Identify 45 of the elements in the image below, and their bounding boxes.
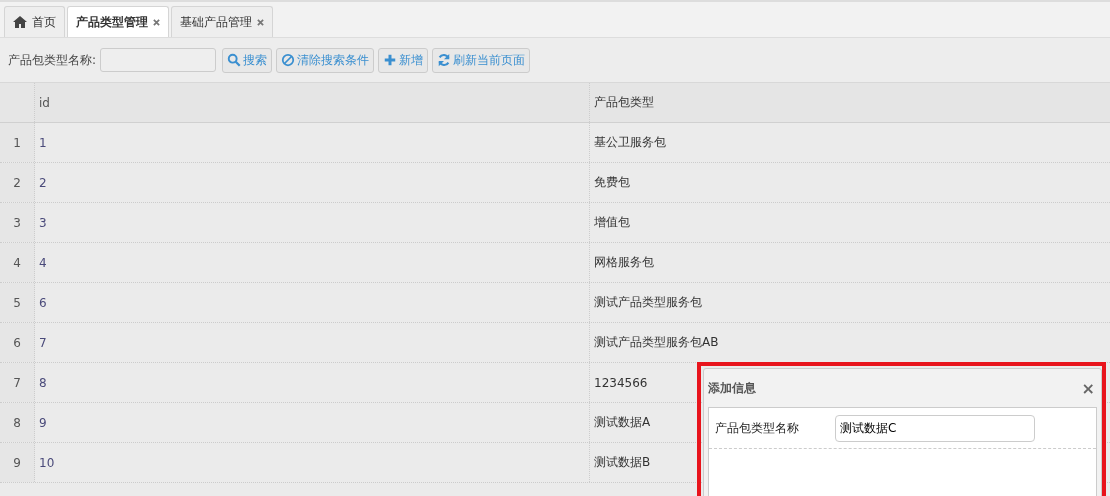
table-cell: 1234566 [594,375,648,390]
tab[interactable]: 基础产品管理 [171,6,273,37]
table-cell: 9 [39,415,47,430]
row-number: 9 [13,455,21,470]
close-button[interactable]: × [1081,378,1095,398]
row-number: 2 [13,175,21,190]
table-cell: 3 [39,215,47,230]
plus-icon [383,53,398,67]
column-header[interactable]: 产品包类型 [594,94,654,111]
row-number: 4 [13,255,21,270]
row-number: 1 [13,135,21,150]
search-field[interactable] [100,48,217,72]
table-cell: 1 [39,135,47,150]
table-cell: 免费包 [594,174,630,191]
row-number: 8 [13,415,21,430]
table-cell: 测试产品类型服务包 [594,294,702,311]
row-number: 6 [13,335,21,350]
table-cell: 4 [39,255,47,270]
name-field[interactable]: 测试数据C [835,414,1035,442]
home-icon [13,16,27,28]
table-cell: 测试数据A [594,414,651,431]
table-cell: 7 [39,335,47,350]
search-label: 产品包类型名称: [8,51,97,69]
table-cell: 6 [39,295,47,310]
close-icon[interactable] [153,18,160,26]
table-cell: 网格服务包 [594,254,654,271]
refresh-icon [437,53,452,67]
row-number: 5 [13,295,21,310]
table-cell: 2 [39,175,47,190]
table-cell: 测试产品类型服务包AB [594,334,719,351]
table-cell: 增值包 [594,214,630,231]
prohibited-icon [281,53,296,67]
search-icon [227,53,242,67]
table-cell: 10 [39,455,55,470]
tab[interactable]: 产品类型管理 [67,6,169,37]
table-cell: 基公卫服务包 [594,134,666,151]
field-label: 产品包类型名称 [715,419,800,437]
table-cell: 测试数据B [594,454,651,471]
table-cell: 8 [39,375,47,390]
column-header[interactable]: id [39,95,50,110]
row-number: 7 [13,375,21,390]
tab[interactable]: 首页 [4,6,65,37]
dialog-title: 添加信息 [708,379,756,397]
row-number: 3 [13,215,21,230]
close-icon[interactable] [257,18,264,26]
